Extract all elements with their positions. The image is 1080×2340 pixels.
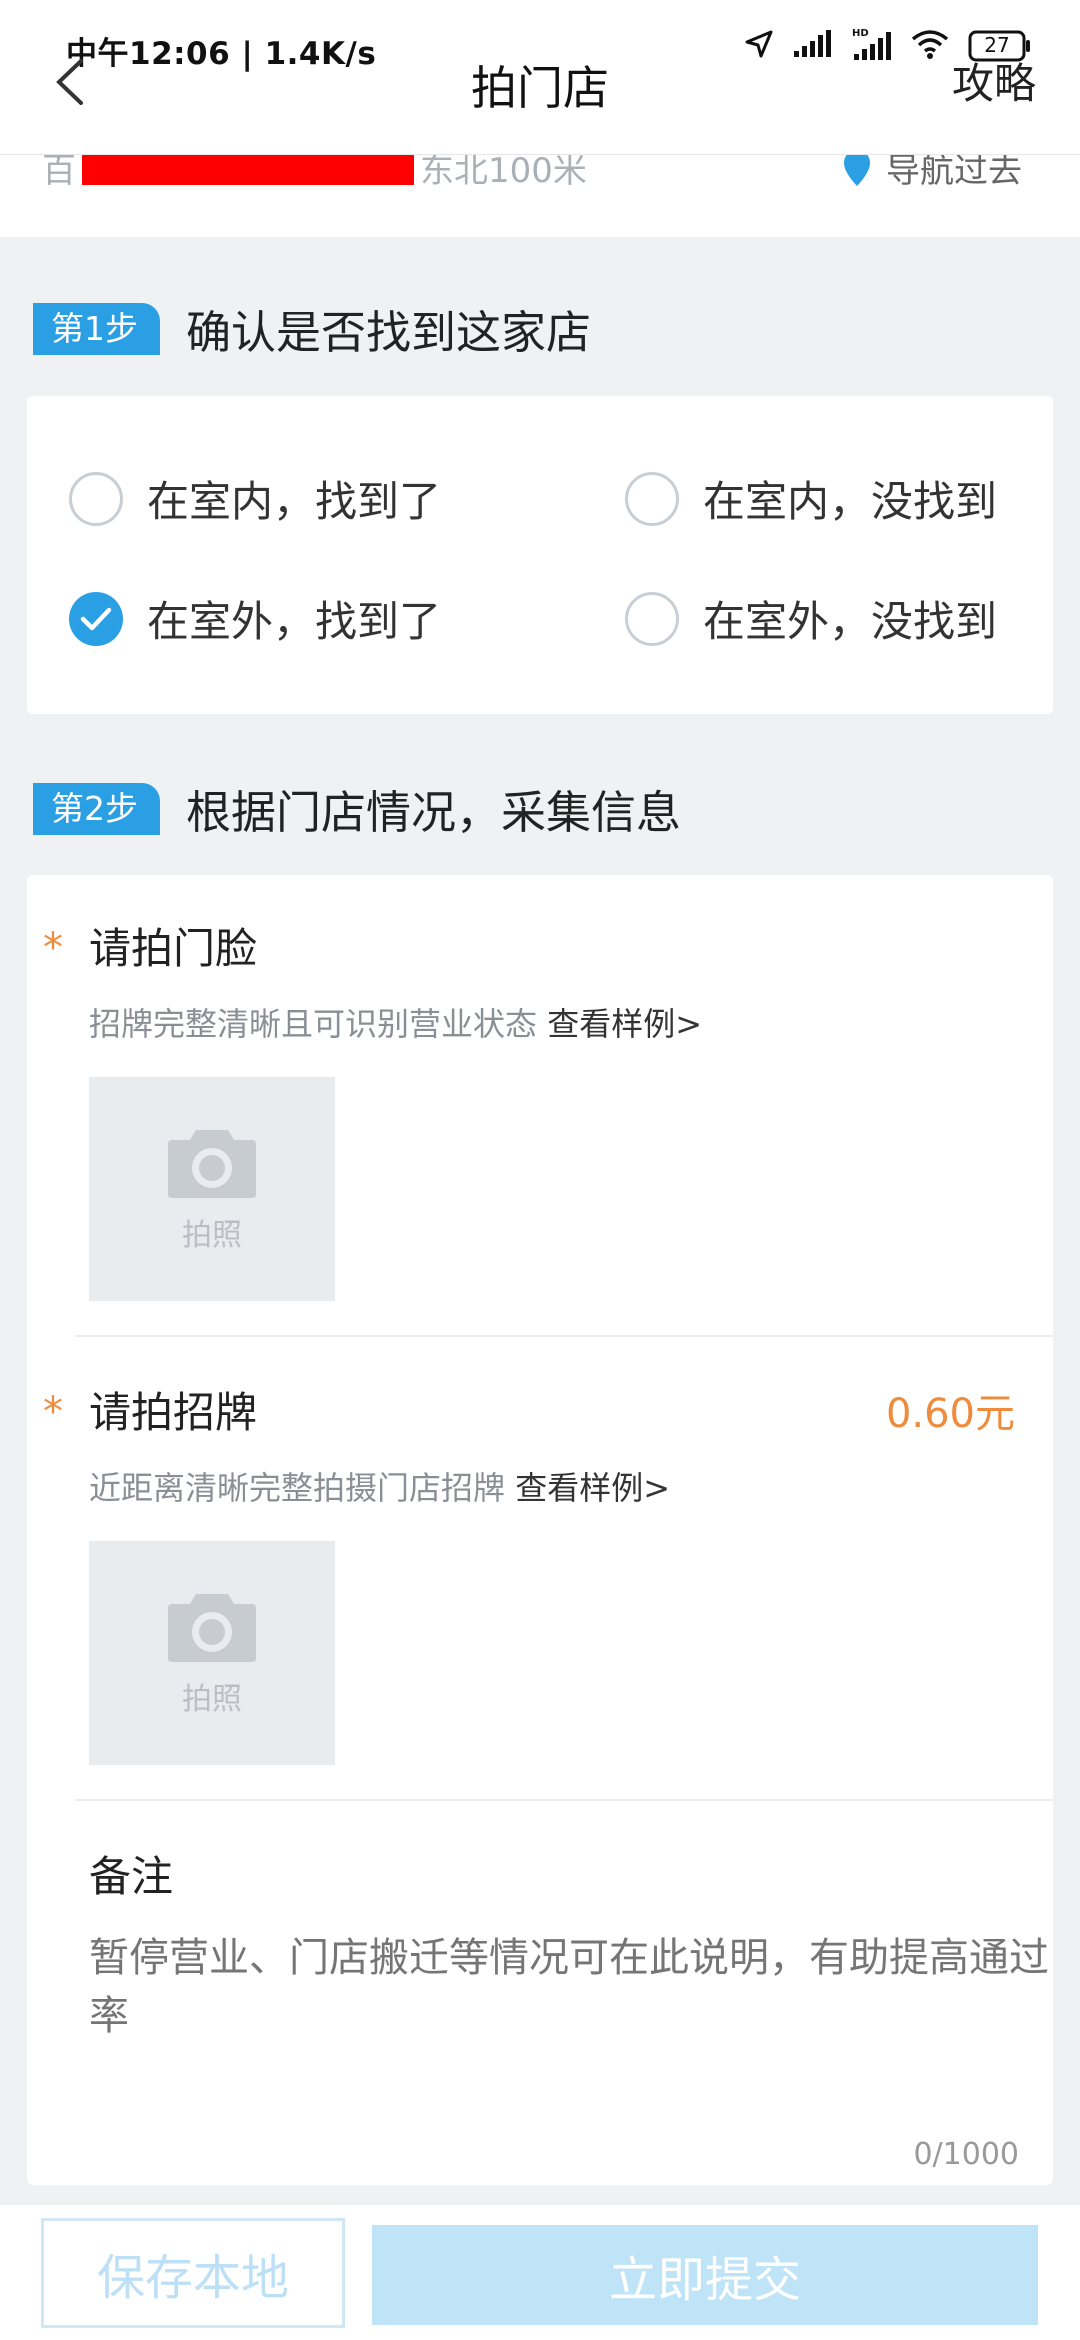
step1-badge: 第1步 <box>33 302 160 355</box>
navigate-label: 导航过去 <box>886 155 1022 191</box>
radio-unchecked-icon <box>69 471 123 526</box>
remark-input[interactable] <box>89 1929 1049 2069</box>
step2-badge: 第2步 <box>33 782 160 835</box>
divider <box>75 1335 1053 1337</box>
hint-text: 招牌完整清晰且可识别营业状态 <box>89 1005 538 1043</box>
option-outdoor-found[interactable]: 在室外，找到了 <box>69 588 441 649</box>
svg-text:HD: HD <box>852 28 869 39</box>
required-mark: * <box>43 925 63 971</box>
divider <box>75 1799 1053 1801</box>
signboard-hint: 近距离清晰完整拍摄门店招牌 查看样例> <box>89 1463 670 1509</box>
camera-icon <box>168 1130 256 1198</box>
address-suffix: 东北100米 <box>420 155 587 191</box>
collect-info-card: * 请拍门脸 招牌完整清晰且可识别营业状态 查看样例> 拍照 * 请拍招牌 0.… <box>27 875 1053 2185</box>
option-label: 在室外，找到了 <box>147 597 442 646</box>
option-indoor-not-found[interactable]: 在室内，没找到 <box>625 468 997 529</box>
save-local-button[interactable]: 保存本地 <box>41 2218 345 2328</box>
address-prefix: 百 <box>42 155 76 191</box>
navigate-link[interactable]: 导航过去 <box>842 155 1022 192</box>
radio-checked-icon <box>69 591 123 646</box>
location-pin-icon <box>844 155 870 186</box>
char-counter: 0/1000 <box>913 2137 1019 2172</box>
page-title: 拍门店 <box>471 61 609 115</box>
step1-title: 确认是否找到这家店 <box>186 306 592 359</box>
view-sample-link[interactable]: 查看样例> <box>547 1005 702 1043</box>
guide-button[interactable]: 攻略 <box>952 50 1036 111</box>
step1-heading: 第1步 确认是否找到这家店 <box>33 296 591 361</box>
signboard-title: 请拍招牌 <box>89 1388 258 1437</box>
redacted-address <box>82 155 414 185</box>
option-label: 在室外，没找到 <box>703 597 998 646</box>
photo-label: 拍照 <box>182 1682 242 1717</box>
submit-button[interactable]: 立即提交 <box>372 2225 1038 2325</box>
camera-icon <box>168 1594 256 1662</box>
storefront-title: 请拍门脸 <box>89 924 258 973</box>
view-sample-link[interactable]: 查看样例> <box>515 1469 670 1507</box>
step2-title: 根据门店情况，采集信息 <box>186 786 682 839</box>
signboard-photo-button[interactable]: 拍照 <box>89 1541 335 1765</box>
radio-unchecked-icon <box>625 591 679 646</box>
top-bar: 中午12:06 | 1.4K/s HD 27 拍门店 攻略 <box>0 0 1080 155</box>
required-mark: * <box>43 1389 63 1435</box>
option-label: 在室内，找到了 <box>147 477 442 526</box>
hint-text: 近距离清晰完整拍摄门店招牌 <box>89 1469 506 1507</box>
photo-label: 拍照 <box>182 1218 242 1253</box>
storefront-hint: 招牌完整清晰且可识别营业状态 查看样例> <box>89 999 702 1045</box>
option-outdoor-not-found[interactable]: 在室外，没找到 <box>625 588 997 649</box>
option-indoor-found[interactable]: 在室内，找到了 <box>69 468 441 529</box>
bottom-action-bar: 保存本地 立即提交 <box>0 2205 1080 2340</box>
reward-amount: 0.60元 <box>885 1391 1015 1437</box>
found-store-card: 在室内，找到了 在室内，没找到 在室外，找到了 在室外，没找到 <box>27 396 1053 714</box>
storefront-photo-button[interactable]: 拍照 <box>89 1077 335 1301</box>
remark-title: 备注 <box>89 1852 174 1901</box>
radio-unchecked-icon <box>625 471 679 526</box>
step2-heading: 第2步 根据门店情况，采集信息 <box>33 776 681 841</box>
option-label: 在室内，没找到 <box>703 477 998 526</box>
address-row: 百 东北100米 导航过去 <box>0 155 1080 237</box>
